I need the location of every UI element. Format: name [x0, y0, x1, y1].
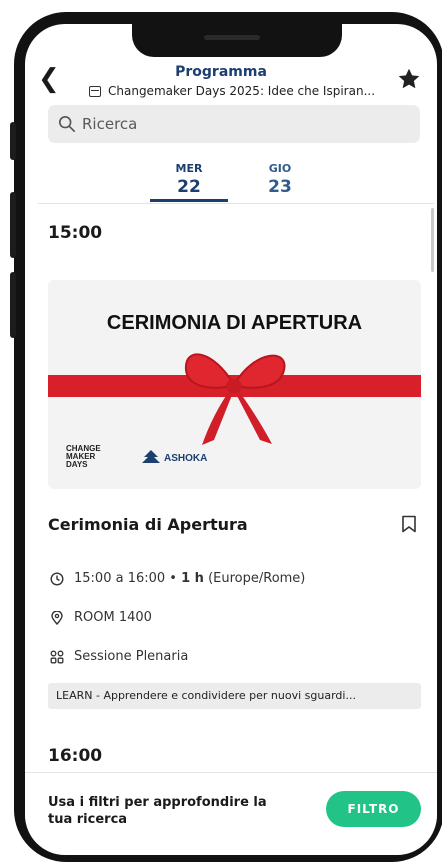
- search-placeholder: Ricerca: [82, 115, 138, 133]
- page-title: Programma: [175, 64, 267, 80]
- ashoka-tree-icon: [142, 450, 160, 463]
- session-type-row: Sessione Plenaria: [50, 649, 188, 664]
- filter-hint-text: Usa i filtri per approfondire la tua ric…: [48, 795, 267, 827]
- notch-speaker: [204, 35, 260, 40]
- tab-day-gio[interactable]: GIO 23: [240, 162, 320, 197]
- tab-day-mer[interactable]: MER 22: [149, 162, 229, 197]
- time-header: 15:00: [48, 223, 103, 243]
- star-icon[interactable]: [396, 66, 422, 92]
- location-pin-icon: [51, 611, 63, 625]
- tab-day-number: 22: [177, 177, 201, 197]
- phone-side-button: [10, 122, 16, 160]
- session-room: ROOM 1400: [74, 610, 152, 625]
- bookmark-icon[interactable]: [401, 515, 417, 533]
- event-subtitle: Changemaker Days 2025: Idee che Ispiran.…: [108, 84, 376, 98]
- session-duration: 1 h: [181, 571, 204, 586]
- search-icon: [58, 115, 76, 133]
- time-header: 16:00: [48, 746, 103, 766]
- ribbon-bow: [184, 353, 286, 445]
- session-room-row: ROOM 1400: [50, 610, 152, 625]
- session-tag[interactable]: LEARN - Apprendere e condividere per nuo…: [48, 683, 421, 709]
- phone-volume-down: [10, 272, 16, 338]
- tab-day-number: 23: [268, 177, 292, 197]
- session-time-row: 15:00 a 16:00 • 1 h (Europe/Rome): [50, 571, 305, 586]
- changemaker-logo: CHANGE MAKER DAYS: [66, 444, 101, 469]
- session-banner-image[interactable]: CERIMONIA DI APERTURA CHANGE MAKER DAYS …: [48, 280, 421, 489]
- active-tab-indicator: [150, 199, 228, 202]
- search-input[interactable]: Ricerca: [48, 105, 420, 143]
- session-type: Sessione Plenaria: [74, 649, 189, 664]
- clock-icon: [50, 572, 64, 586]
- phone-notch: [132, 24, 342, 57]
- session-time-range: 15:00 a 16:00: [74, 571, 166, 586]
- grid-icon: [50, 650, 64, 664]
- scrollbar[interactable]: [431, 208, 434, 272]
- session-title[interactable]: Cerimonia di Apertura: [48, 515, 248, 534]
- session-timezone: (Europe/Rome): [208, 571, 306, 586]
- ashoka-logo: ASHOKA: [164, 453, 208, 464]
- banner-title: CERIMONIA DI APERTURA: [106, 312, 363, 334]
- tabs-divider: [38, 203, 434, 204]
- filter-button[interactable]: FILTRO: [326, 791, 421, 827]
- tab-day-name: GIO: [268, 162, 292, 175]
- phone-volume-up: [10, 192, 16, 258]
- tab-day-name: MER: [175, 162, 203, 175]
